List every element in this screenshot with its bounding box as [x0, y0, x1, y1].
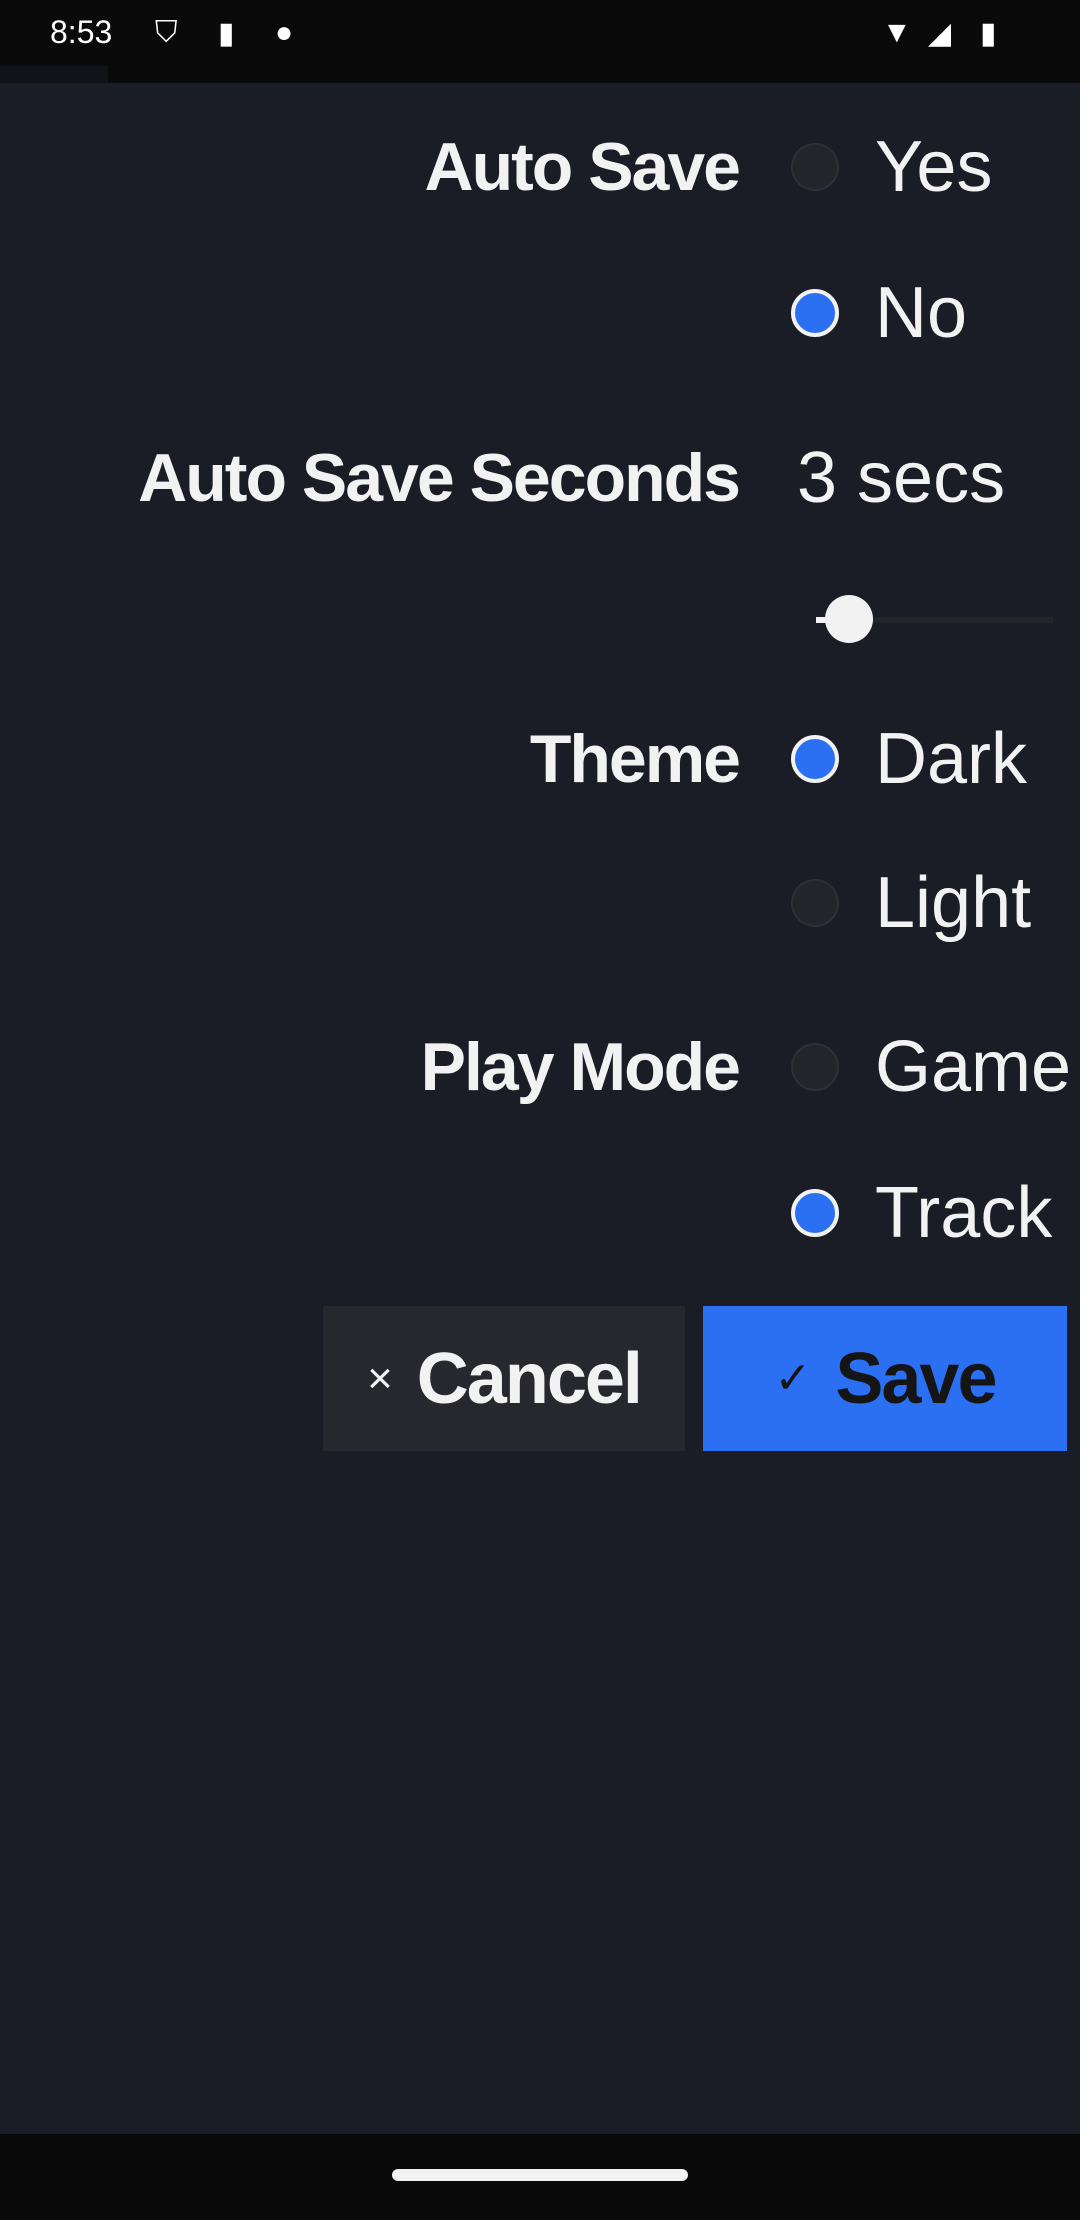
auto-save-no-radio[interactable] — [791, 289, 839, 337]
auto-save-no-label[interactable]: No — [875, 272, 967, 354]
cancel-button[interactable]: × Cancel — [323, 1306, 685, 1451]
sd-card-icon: ▮ — [218, 17, 235, 50]
theme-dark-label[interactable]: Dark — [875, 718, 1027, 800]
theme-light-label[interactable]: Light — [875, 862, 1031, 944]
theme-label: Theme — [529, 721, 741, 797]
auto-save-seconds-slider-thumb[interactable] — [825, 595, 873, 643]
auto-save-yes-radio[interactable] — [791, 143, 839, 191]
settings-screen — [0, 83, 1080, 2134]
signal-icon: ◢ — [928, 17, 952, 50]
wifi-icon: ▼ — [882, 16, 912, 49]
check-icon: ✓ — [774, 1354, 811, 1403]
battery-icon: ▮ — [980, 17, 997, 50]
theme-light-radio[interactable] — [791, 879, 839, 927]
save-button[interactable]: ✓ Save — [703, 1306, 1067, 1451]
close-icon: × — [367, 1353, 393, 1403]
auto-save-yes-label[interactable]: Yes — [875, 126, 992, 208]
play-mode-track-label[interactable]: Track — [875, 1172, 1052, 1254]
save-label: Save — [835, 1338, 997, 1419]
clock: 8:53 — [50, 14, 113, 50]
auto-save-label: Auto Save — [424, 129, 741, 205]
auto-save-seconds-value: 3 secs — [797, 438, 1006, 518]
play-mode-game-label[interactable]: Game — [875, 1026, 1071, 1108]
auto-save-seconds-label: Auto Save Seconds — [138, 440, 741, 516]
cancel-label: Cancel — [416, 1338, 643, 1419]
cat-icon: ● — [275, 16, 294, 49]
play-mode-label: Play Mode — [420, 1029, 741, 1105]
play-mode-track-radio[interactable] — [791, 1189, 839, 1237]
play-mode-game-radio[interactable] — [791, 1043, 839, 1091]
home-gesture-handle[interactable] — [392, 2169, 688, 2181]
shield-icon: ⛉ — [155, 16, 178, 49]
status-bar: 8:53 ⛉ ▮ ● ▼ ◢ ▮ — [0, 0, 1080, 83]
theme-dark-radio[interactable] — [791, 735, 839, 783]
top-tab-strip — [0, 66, 108, 83]
